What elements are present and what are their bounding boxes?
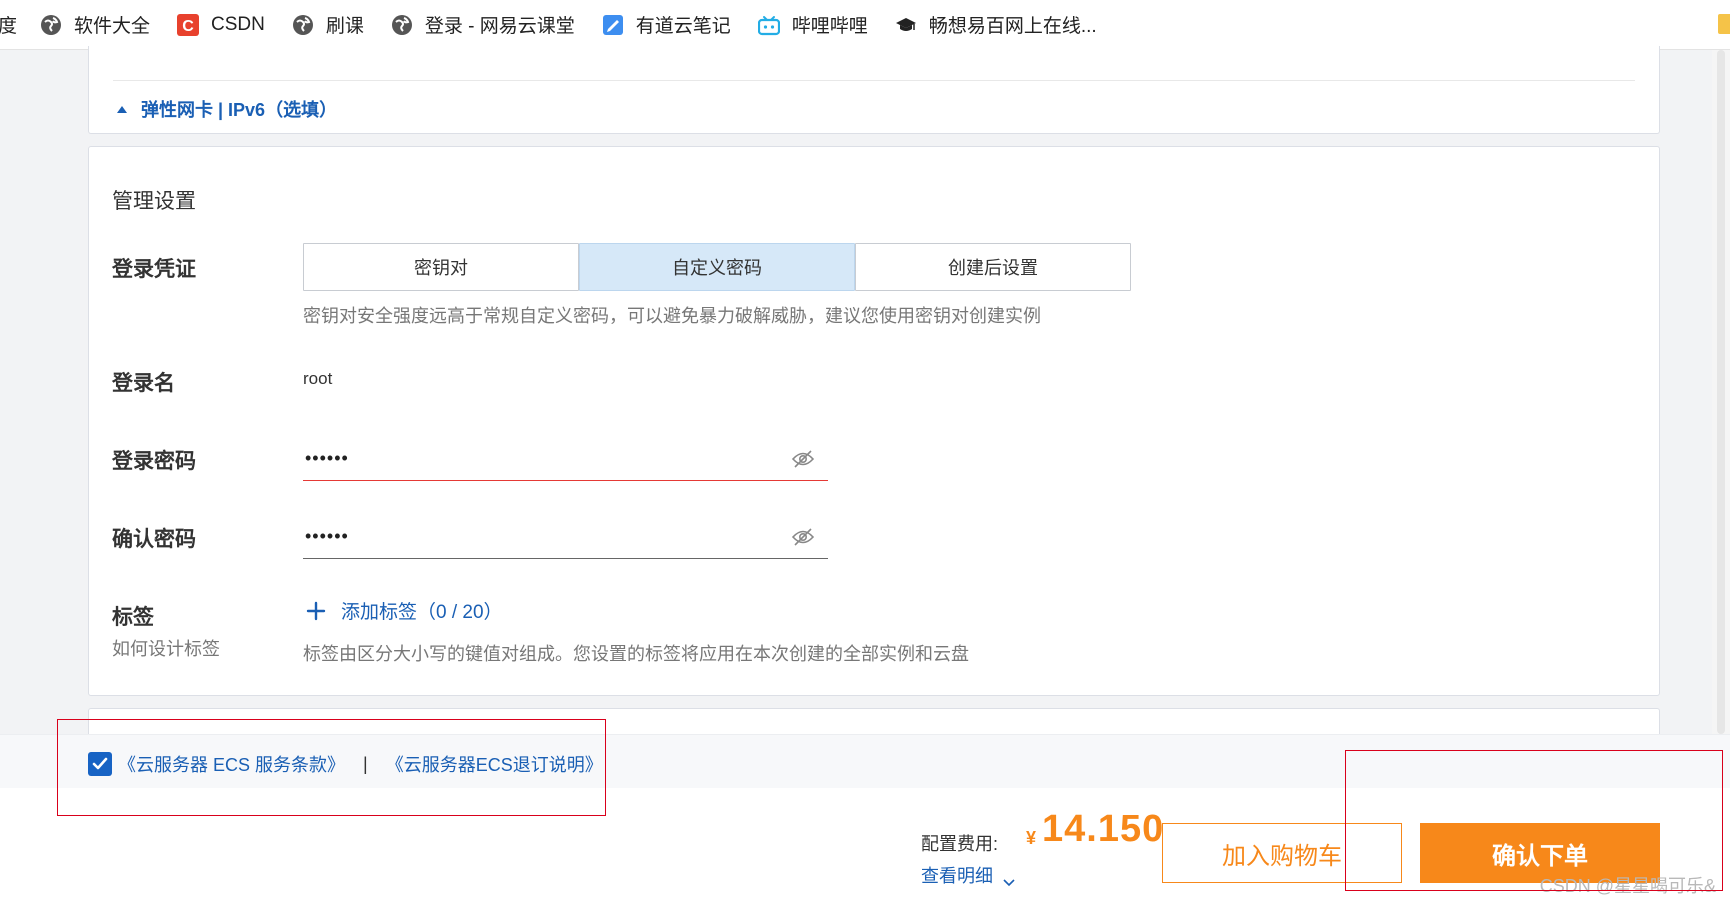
- network-link-label: 弹性网卡 | IPv6（选填）: [141, 100, 338, 120]
- divider: [113, 80, 1635, 81]
- login-name-value: root: [303, 369, 333, 388]
- globe-icon: [292, 14, 314, 36]
- tags-design-link[interactable]: 如何设计标签: [112, 635, 220, 661]
- scrollbar[interactable]: [1712, 50, 1730, 734]
- chevron-down-icon: [1003, 871, 1015, 887]
- bilibili-icon: [757, 14, 780, 36]
- csdn-icon: C: [177, 13, 200, 36]
- credential-option-keypair[interactable]: 密钥对: [303, 243, 579, 291]
- section-title: 管理设置: [112, 190, 196, 213]
- bookmark-item-bilibili[interactable]: 哔哩哔哩: [757, 0, 868, 49]
- bookmark-item-0[interactable]: 度: [0, 0, 17, 49]
- tags-label: 标签: [112, 606, 154, 629]
- bookmark-label: 度: [0, 11, 17, 38]
- bookmark-item-163study[interactable]: 登录 - 网易云课堂: [391, 0, 575, 49]
- password-input[interactable]: ••••••: [303, 437, 828, 481]
- credential-option-custom-password[interactable]: 自定义密码: [579, 243, 855, 291]
- annotation-box-agreement: [57, 719, 606, 816]
- credential-label: 登录凭证: [112, 258, 196, 281]
- annotation-box-order: [1345, 750, 1723, 891]
- svg-text:C: C: [182, 18, 194, 35]
- graduation-cap-icon: [895, 14, 917, 36]
- bookmarks-bar: 度 软件大全 C CSDN 刷课 登录 - 网易云课堂 有道云笔记 哔哩哔哩: [0, 0, 1730, 50]
- bookmark-item-software[interactable]: 软件大全: [40, 0, 151, 49]
- password-label: 登录密码: [112, 450, 196, 473]
- add-tag-button[interactable]: 添加标签（0 / 20）: [303, 597, 503, 624]
- bookmark-folder-icon[interactable]: [1718, 14, 1730, 34]
- globe-icon: [391, 14, 413, 36]
- network-expand-link[interactable]: 弹性网卡 | IPv6（选填）: [117, 96, 337, 122]
- scrollbar-thumb[interactable]: [1717, 50, 1725, 734]
- add-tag-label: 添加标签（0 / 20）: [341, 602, 503, 623]
- bookmark-item-changxiang[interactable]: 畅想易百网上在线...: [895, 0, 1097, 49]
- bookmark-item-shuake[interactable]: 刷课: [292, 0, 364, 49]
- bookmark-label: 软件大全: [74, 16, 151, 37]
- bookmark-label: 登录 - 网易云课堂: [424, 16, 575, 37]
- globe-icon: [40, 14, 62, 36]
- bookmark-item-csdn[interactable]: C CSDN: [177, 0, 265, 49]
- currency-symbol: ¥: [1026, 828, 1037, 848]
- login-name-label: 登录名: [112, 372, 175, 395]
- tags-hint: 标签由区分大小写的键值对组成。您设置的标签将应用在本次创建的全部实例和云盘: [303, 644, 969, 664]
- bookmark-item-youdao[interactable]: 有道云笔记: [602, 0, 731, 49]
- network-card: 弹性网卡 | IPv6（选填）: [88, 46, 1660, 134]
- eye-off-icon[interactable]: [791, 527, 815, 547]
- management-settings-card: 管理设置 登录凭证 密钥对 自定义密码 创建后设置 密钥对安全强度远高于常规自定…: [88, 146, 1660, 696]
- fee-label: 配置费用:: [921, 834, 999, 854]
- plus-icon: [303, 598, 329, 624]
- view-detail-link[interactable]: 查看明细: [921, 862, 1015, 888]
- confirm-password-label: 确认密码: [112, 528, 196, 551]
- view-detail-label: 查看明细: [921, 866, 993, 886]
- price-value: 14.150: [1042, 808, 1165, 850]
- confirm-password-value: ••••••: [305, 526, 349, 546]
- note-icon: [602, 14, 624, 36]
- password-value: ••••••: [305, 448, 349, 468]
- bookmark-label: 畅想易百网上在线...: [928, 16, 1097, 37]
- caret-up-icon: [117, 105, 127, 113]
- bookmark-label: 刷课: [325, 16, 364, 37]
- bookmark-label: CSDN: [211, 13, 265, 35]
- credential-hint: 密钥对安全强度远高于常规自定义密码，可以避免暴力破解威胁，建议您使用密钥对创建实…: [303, 306, 1041, 326]
- bookmark-label: 有道云笔记: [635, 16, 731, 37]
- eye-off-icon[interactable]: [791, 449, 815, 469]
- confirm-password-input[interactable]: ••••••: [303, 515, 828, 559]
- bookmark-label: 哔哩哔哩: [791, 16, 868, 37]
- credential-option-set-later[interactable]: 创建后设置: [855, 243, 1131, 291]
